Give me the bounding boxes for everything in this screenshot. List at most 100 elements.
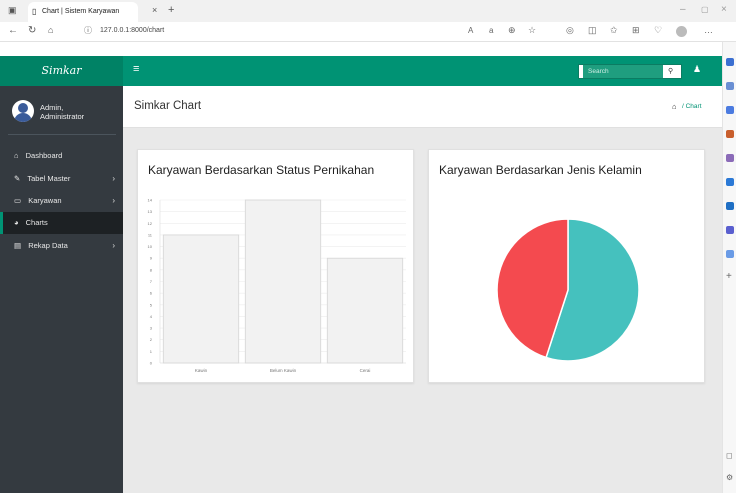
sidebar-icon-strip: + ◻ ⚙ <box>722 22 736 493</box>
office-icon[interactable] <box>726 178 734 186</box>
search-input[interactable]: Search <box>583 65 663 78</box>
file-icon: ▤ <box>14 241 22 250</box>
panel-icon[interactable]: ◻ <box>726 452 733 460</box>
sidebar-divider <box>8 134 116 135</box>
tools-icon[interactable] <box>726 226 734 234</box>
shopping-icon[interactable] <box>726 130 734 138</box>
y-tick-label: 13 <box>148 209 153 214</box>
sidebar-item-label: Rekap Data <box>28 241 68 250</box>
app: Simkar ≡ Search ⚲ ♟ Admin, Administrator… <box>0 56 722 493</box>
settings-icon[interactable]: ⚙ <box>726 474 733 482</box>
zoom-icon[interactable]: ⊕ <box>508 26 516 35</box>
y-tick-label: 9 <box>150 256 153 261</box>
bar <box>162 234 240 364</box>
y-tick-label: 10 <box>148 244 153 249</box>
y-tick-label: 1 <box>150 349 153 354</box>
x-tick-label: Belum Kawin <box>270 368 297 373</box>
x-tick-label: Cerai <box>360 368 371 373</box>
heart-icon[interactable]: ♡ <box>654 26 662 35</box>
search-box: Search ⚲ <box>578 64 682 79</box>
sidebar-item-dashboard[interactable]: ⌂ Dashboard <box>0 145 123 167</box>
user-icon[interactable]: ♟ <box>693 64 701 75</box>
back-icon[interactable]: ← <box>8 26 18 36</box>
split-screen-icon[interactable]: ◫ <box>588 26 597 35</box>
bar <box>326 257 404 364</box>
y-tick-label: 0 <box>150 361 153 366</box>
close-window-icon[interactable]: × <box>721 5 727 15</box>
jenis-kelamin-card: Karyawan Berdasarkan Jenis Kelamin <box>428 149 705 383</box>
url-field[interactable]: 127.0.0.1:8000/chart <box>100 27 164 34</box>
top-navbar: Simkar ≡ Search ⚲ ♟ <box>0 56 722 86</box>
y-tick-label: 14 <box>148 198 153 203</box>
translate-icon[interactable]: a <box>489 27 493 35</box>
search-icon[interactable]: ⚲ <box>668 67 673 75</box>
profile-avatar-icon[interactable] <box>676 26 687 37</box>
sidebar-item-label: Charts <box>25 218 48 227</box>
sidebar-item-charts[interactable]: ◕ Charts <box>0 212 123 234</box>
y-tick-label: 6 <box>150 291 153 296</box>
bookmark-icon[interactable] <box>726 58 734 66</box>
extensions-icon[interactable]: ◎ <box>566 26 574 35</box>
favorites-bar-icon[interactable]: ✩ <box>610 26 618 35</box>
main-content: Simkar Chart ⌂ / Chart Karyawan Berdasar… <box>123 86 722 493</box>
home-icon[interactable]: ⌂ <box>48 26 53 35</box>
y-tick-label: 3 <box>150 326 153 331</box>
browser-tab-bar: ▣ ▯ Chart | Sistem Karyawan × + – ▢ × <box>0 0 736 22</box>
copilot-icon[interactable] <box>723 22 736 38</box>
chevron-right-icon: › <box>112 196 115 205</box>
games-icon[interactable] <box>726 154 734 162</box>
brand-logo[interactable]: Simkar <box>0 56 123 86</box>
search-strip-icon[interactable] <box>726 82 734 90</box>
y-tick-label: 4 <box>150 314 153 319</box>
sidebar-item-rekap-data[interactable]: ▤ Rekap Data › <box>0 235 123 257</box>
chevron-right-icon: › <box>112 174 115 183</box>
dashboard-icon: ⌂ <box>14 151 19 160</box>
sidebar-item-label: Karyawan <box>28 196 62 205</box>
status-pernikahan-card: Karyawan Berdasarkan Status Pernikahan 0… <box>137 149 414 383</box>
laptop-icon: ▭ <box>14 196 22 205</box>
sidebar-item-karyawan[interactable]: ▭ Karyawan › <box>0 190 123 212</box>
tab-actions-icon[interactable]: ▣ <box>8 6 17 15</box>
y-tick-label: 8 <box>150 267 153 272</box>
edit-icon: ✎ <box>14 174 21 183</box>
sidebar: Admin, Administrator ⌂ Dashboard ✎ Tabel… <box>0 86 123 493</box>
user-role: Administrator <box>40 112 85 121</box>
new-tab-icon[interactable]: + <box>168 5 174 16</box>
sidebar-item-tabel-master[interactable]: ✎ Tabel Master › <box>0 168 123 190</box>
y-tick-label: 5 <box>150 302 153 307</box>
address-bar: ← ↻ ⌂ ⓘ 127.0.0.1:8000/chart A a ⊕ ☆ ◎ ◫… <box>0 22 736 42</box>
avatar <box>12 100 34 122</box>
tab-title: Chart | Sistem Karyawan <box>42 8 120 15</box>
read-aloud-icon[interactable]: A <box>468 27 473 35</box>
diamond-icon[interactable] <box>726 106 734 114</box>
pie-icon: ◕ <box>14 218 19 227</box>
content-header: Simkar Chart ⌂ / Chart <box>123 86 722 128</box>
sidebar-item-label: Tabel Master <box>27 174 71 183</box>
y-tick-label: 12 <box>148 221 153 226</box>
favorite-icon[interactable]: ☆ <box>528 26 536 35</box>
info-icon[interactable]: ⓘ <box>84 27 92 35</box>
y-tick-label: 7 <box>150 279 153 284</box>
bar <box>244 199 322 364</box>
minimize-icon[interactable]: – <box>680 5 686 15</box>
outlook-icon[interactable] <box>726 202 734 210</box>
menu-toggle-icon[interactable]: ≡ <box>133 64 139 75</box>
collections-icon[interactable]: ⊞ <box>632 26 640 35</box>
pie-chart <box>496 218 640 362</box>
sidebar-item-label: Dashboard <box>25 151 63 160</box>
y-tick-label: 11 <box>148 232 153 237</box>
y-tick-label: 2 <box>150 337 153 342</box>
send-icon[interactable] <box>726 250 734 258</box>
chevron-right-icon: › <box>112 241 115 250</box>
tab-close-icon[interactable]: × <box>152 6 157 15</box>
home-breadcrumb-icon[interactable]: ⌂ <box>672 102 677 111</box>
user-name: Admin, <box>40 103 64 112</box>
browser-tab[interactable]: ▯ Chart | Sistem Karyawan <box>28 2 138 22</box>
maximize-icon[interactable]: ▢ <box>701 6 709 14</box>
breadcrumb: / Chart <box>682 103 702 110</box>
add-icon[interactable]: + <box>726 272 732 282</box>
page-icon: ▯ <box>32 7 37 16</box>
bar-chart: 01234567891011121314Kawin Belum Kawin Cera… <box>148 198 406 373</box>
more-menu-icon[interactable]: … <box>704 26 713 35</box>
refresh-icon[interactable]: ↻ <box>28 26 36 36</box>
